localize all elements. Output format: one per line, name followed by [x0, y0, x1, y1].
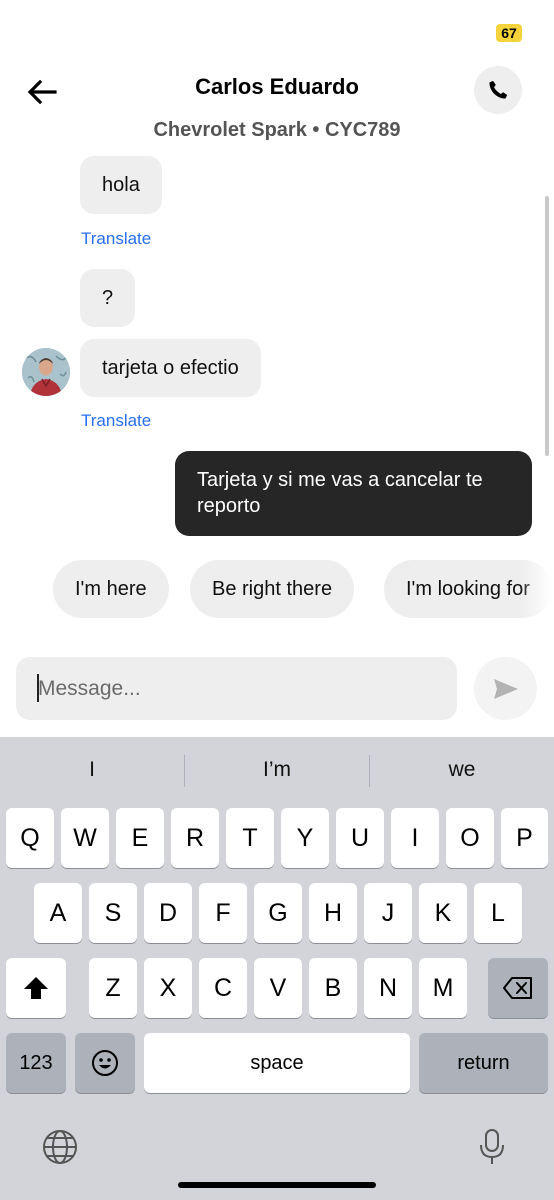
message-input[interactable]: [16, 657, 457, 720]
key-c[interactable]: C: [199, 958, 247, 1018]
numbers-key[interactable]: 123: [6, 1033, 66, 1093]
key-u[interactable]: U: [336, 808, 384, 868]
key-p[interactable]: P: [501, 808, 548, 868]
key-n[interactable]: N: [364, 958, 412, 1018]
microphone-icon: [480, 1129, 504, 1164]
return-key[interactable]: return: [419, 1033, 548, 1093]
key-s[interactable]: S: [89, 883, 137, 943]
keyboard: I I’m we Q W E R T Y U I O P A S D F G H…: [0, 737, 554, 1200]
quick-replies: I'm here Be right there I'm looking for: [0, 560, 554, 618]
backspace-key[interactable]: [488, 958, 548, 1018]
message-text: ?: [102, 286, 114, 309]
key-l[interactable]: L: [474, 883, 522, 943]
dictation-button[interactable]: [472, 1127, 512, 1167]
avatar: [22, 348, 70, 396]
text-cursor: [37, 674, 39, 702]
contact-name: Carlos Eduardo: [195, 74, 359, 99]
key-q[interactable]: Q: [6, 808, 54, 868]
key-g[interactable]: G: [254, 883, 302, 943]
key-y[interactable]: Y: [281, 808, 329, 868]
suggestion-item[interactable]: we: [370, 737, 554, 803]
key-b[interactable]: B: [309, 958, 357, 1018]
key-m[interactable]: M: [419, 958, 467, 1018]
key-f[interactable]: F: [199, 883, 247, 943]
suggestion-item[interactable]: I: [0, 737, 184, 803]
globe-icon: [43, 1130, 77, 1164]
call-button[interactable]: [474, 66, 522, 114]
vehicle-info: Chevrolet Spark • CYC789: [153, 119, 401, 141]
incoming-message: ?: [80, 269, 136, 327]
send-button[interactable]: [474, 657, 537, 720]
shift-icon: [24, 977, 48, 999]
chat-scrollbar[interactable]: [545, 196, 549, 456]
key-o[interactable]: O: [446, 808, 494, 868]
key-x[interactable]: X: [144, 958, 192, 1018]
key-e[interactable]: E: [116, 808, 164, 868]
send-icon: [493, 678, 518, 699]
key-z[interactable]: Z: [89, 958, 137, 1018]
message-text: hola: [102, 173, 140, 196]
key-v[interactable]: V: [254, 958, 302, 1018]
quick-reply-chip[interactable]: I'm here: [53, 560, 169, 618]
globe-button[interactable]: [40, 1127, 80, 1167]
key-k[interactable]: K: [419, 883, 467, 943]
home-indicator: [178, 1182, 376, 1188]
chip-fade: [520, 560, 554, 618]
incoming-message: tarjeta o efectio: [80, 339, 261, 397]
outgoing-message: Tarjeta y si me vas a cancelar te report…: [175, 451, 532, 536]
message-text: Tarjeta y si me vas a cancelar te report…: [197, 469, 483, 517]
incoming-message: hola: [80, 156, 162, 214]
key-r[interactable]: R: [171, 808, 219, 868]
space-key[interactable]: space: [144, 1033, 410, 1093]
key-d[interactable]: D: [144, 883, 192, 943]
battery-indicator: 67: [496, 24, 522, 42]
key-w[interactable]: W: [61, 808, 109, 868]
emoji-key[interactable]: [75, 1033, 135, 1093]
key-h[interactable]: H: [309, 883, 357, 943]
backspace-icon: [503, 977, 532, 999]
emoji-icon: [92, 1050, 118, 1076]
suggestion-item[interactable]: I’m: [185, 737, 369, 803]
key-j[interactable]: J: [364, 883, 412, 943]
key-a[interactable]: A: [34, 883, 82, 943]
message-text: tarjeta o efectio: [102, 356, 239, 379]
translate-link[interactable]: Translate: [81, 411, 151, 431]
key-i[interactable]: I: [391, 808, 439, 868]
quick-reply-chip[interactable]: Be right there: [190, 560, 355, 618]
key-t[interactable]: T: [226, 808, 274, 868]
shift-key[interactable]: [6, 958, 66, 1018]
translate-link[interactable]: Translate: [81, 229, 151, 249]
phone-icon: [489, 80, 508, 99]
